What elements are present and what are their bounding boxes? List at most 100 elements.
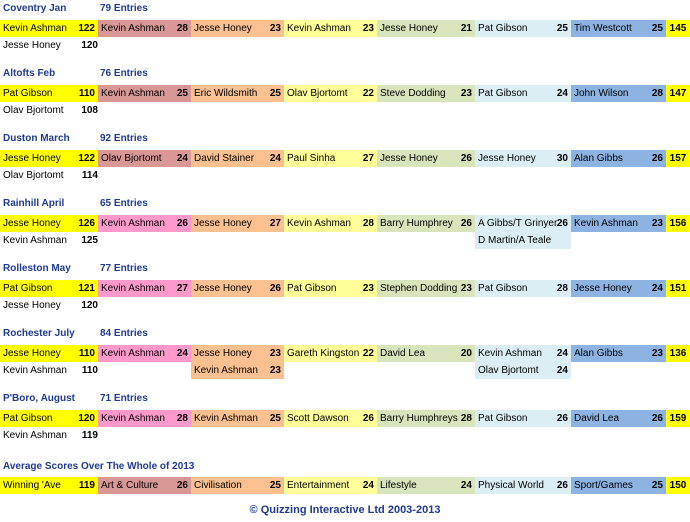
tie-score: 24 [556,365,568,376]
winner-cell: Jesse Honey 110 [0,345,98,362]
tie-name: Olav Bjortomt [478,365,539,376]
winner-name: Jesse Honey [3,153,61,164]
round-score: 26 [651,153,663,164]
round-score: 23 [460,283,472,294]
round-name: Barry Humphreys [380,413,458,424]
winner-name: Kevin Ashman [3,23,67,34]
round-name: Stephen Dodding [380,283,458,294]
round-name: Jesse Honey [194,283,252,294]
round-score: 26 [460,153,472,164]
winner-score: 121 [78,283,95,294]
round-cell: Paul Sinha 27 [284,150,377,167]
round-name: Olav Bjortomt [287,88,348,99]
round-cell: Pat Gibson 25 [475,20,571,37]
round-cell: Pat Gibson 26 [475,410,571,427]
entries-count: 76 Entries [100,68,148,79]
round-cell: Jesse Honey 24 [571,280,666,297]
round-name: David Lea [574,413,620,424]
total-score: 136 [666,345,690,362]
round-name: John Wilson [574,88,629,99]
category-score: 25 [269,480,281,491]
round-score: 28 [651,88,663,99]
round-name: Kevin Ashman [101,348,165,359]
round-name: Pat Gibson [478,413,528,424]
runner-score: 125 [81,235,98,246]
round-cell: Barry Humphrey 26 [377,215,475,232]
round-cell: Kevin Ashman 25 [191,410,284,427]
winner-score: 120 [78,413,95,424]
category-cell: Physical World 26 [475,477,571,494]
runner-name: Kevin Ashman [3,430,67,441]
round-name: Alan Gibbs [574,153,623,164]
runner-name: Jesse Honey [3,300,61,311]
round-cell: Kevin Ashman 28 [284,215,377,232]
category-score: 26 [556,480,568,491]
round-cell: Jesse Honey 23 [191,345,284,362]
round-name: Jesse Honey [478,153,536,164]
round-name: Jesse Honey [194,218,252,229]
round-name: Jesse Honey [574,283,632,294]
runner-score: 120 [81,300,98,311]
round-score: 28 [460,413,472,424]
event-title: Rochester July [3,328,75,339]
round-name: Pat Gibson [478,23,528,34]
round-cell: Kevin Ashman 24 [475,345,571,362]
round-name: Kevin Ashman [287,218,351,229]
category-name: Entertainment [287,480,350,491]
round-score: 24 [176,348,188,359]
tie-cell: Kevin Ashman 23 [191,362,284,379]
category-name: Civilisation [194,480,242,491]
round-score: 24 [556,348,568,359]
round-cell: Olav Bjortomt 24 [98,150,191,167]
total-score: 151 [666,280,690,297]
round-name: Paul Sinha [287,153,336,164]
category-name: Physical World [478,480,544,491]
round-name: David Lea [380,348,426,359]
round-name: Kevin Ashman [101,413,165,424]
round-name: Jesse Honey [380,23,438,34]
round-name: Kevin Ashman [478,348,542,359]
category-name: Lifestyle [380,480,417,491]
runner-up: Olav Bjortomt 108 [0,102,98,119]
winner-name: Jesse Honey [3,348,61,359]
category-name: Art & Culture [101,480,159,491]
entries-count: 65 Entries [100,198,148,209]
round-cell: Kevin Ashman 27 [98,280,191,297]
total-score: 156 [666,215,690,232]
round-cell: John Wilson 28 [571,85,666,102]
round-name: David Stainer [194,153,255,164]
round-cell: Kevin Ashman 25 [98,85,191,102]
round-name: Pat Gibson [287,283,337,294]
total-score: 159 [666,410,690,427]
round-cell: Jesse Honey 23 [191,20,284,37]
winner-score: 122 [78,23,95,34]
average-winner-score: 119 [78,480,95,491]
runner-up: Kevin Ashman 125 [0,232,98,249]
round-score: 26 [269,283,281,294]
category-score: 25 [651,480,663,491]
round-cell: Alan Gibbs 26 [571,150,666,167]
round-score: 24 [269,153,281,164]
round-cell: Steve Dodding 23 [377,85,475,102]
round-score: 25 [176,88,188,99]
average-winner-label: Winning 'Ave [3,480,61,491]
category-score: 26 [176,480,188,491]
round-cell: Pat Gibson 28 [475,280,571,297]
winner-score: 110 [78,88,95,99]
round-score: 23 [651,348,663,359]
runner-up: Jesse Honey 120 [0,297,98,314]
round-cell: Pat Gibson 24 [475,85,571,102]
round-cell: Kevin Ashman 23 [284,20,377,37]
round-cell: Jesse Honey 21 [377,20,475,37]
event-title: Rainhill April [3,198,65,209]
round-name: Kevin Ashman [101,218,165,229]
round-score: 20 [460,348,472,359]
round-cell: Alan Gibbs 23 [571,345,666,362]
event-title: Coventry Jan [3,3,67,14]
round-name: Jesse Honey [194,23,252,34]
round-name: Barry Humphrey [380,218,453,229]
round-score: 23 [460,88,472,99]
winner-name: Pat Gibson [3,413,53,424]
entries-count: 84 Entries [100,328,148,339]
runner-up: Olav Bjortomt 114 [0,167,98,184]
